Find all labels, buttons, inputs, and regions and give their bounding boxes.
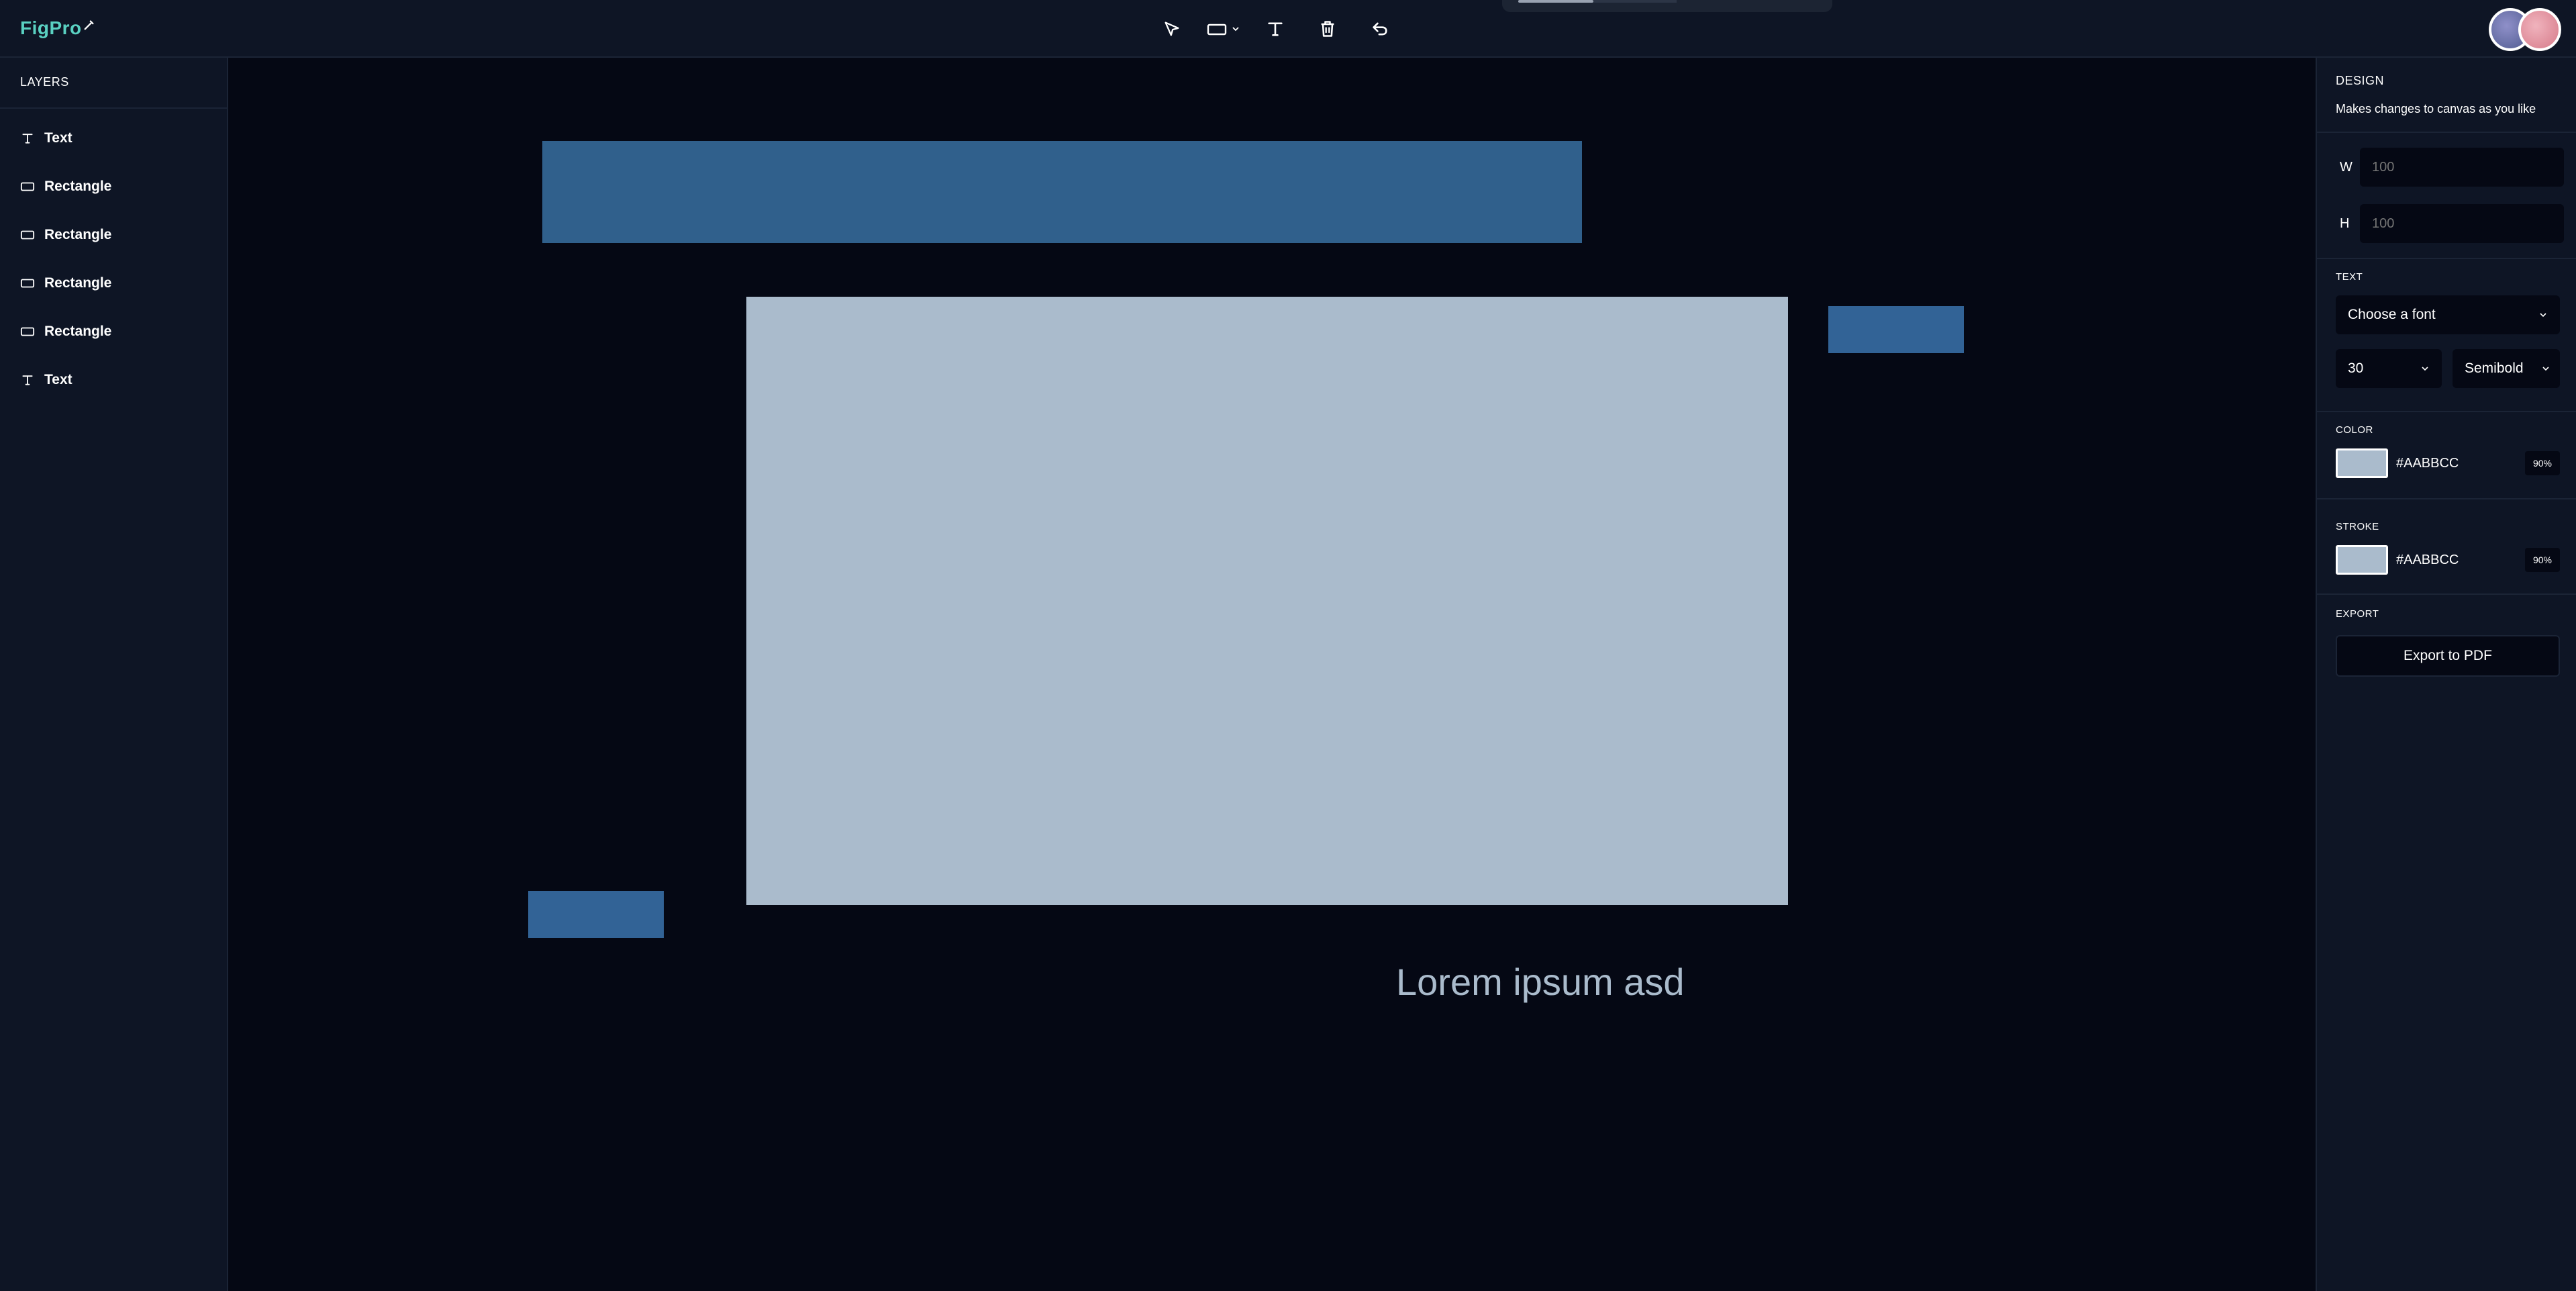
- rectangle-icon: [20, 179, 35, 194]
- live-progress-track: [1593, 0, 1677, 3]
- height-row: H: [2336, 204, 2564, 243]
- stroke-color-row: 90%: [2336, 545, 2560, 575]
- layer-item-text[interactable]: Text: [0, 356, 228, 404]
- text-icon: [1268, 22, 1283, 36]
- rectangle-icon: [20, 276, 35, 291]
- canvas-text-object[interactable]: Lorem ipsum asd: [1396, 960, 1685, 1004]
- layer-item-rectangle[interactable]: Rectangle: [0, 162, 228, 211]
- rectangle-tool-button[interactable]: [1197, 13, 1250, 44]
- rectangle-icon: [20, 324, 35, 339]
- top-bar: FigPro: [0, 0, 2576, 58]
- font-weight-select[interactable]: Semibold: [2453, 349, 2560, 388]
- fill-color-swatch[interactable]: [2336, 448, 2388, 478]
- layer-item-text[interactable]: Text: [0, 114, 228, 162]
- width-label: W: [2340, 159, 2352, 175]
- canvas-rectangle[interactable]: [746, 297, 1788, 905]
- fill-opacity[interactable]: 90%: [2525, 451, 2560, 475]
- chevron-down-icon: [2542, 367, 2549, 371]
- stroke-section-label: STROKE: [2336, 521, 2379, 532]
- undo-tool-button[interactable]: [1361, 13, 1399, 44]
- active-users: [2489, 8, 2561, 51]
- export-section-label: EXPORT: [2336, 608, 2379, 620]
- layer-list: Text Rectangle Rectangle Rectangle Recta…: [0, 114, 228, 404]
- design-subtitle: Makes changes to canvas as you like: [2336, 102, 2536, 115]
- text-icon: [20, 373, 35, 387]
- font-family-value: Choose a font: [2348, 307, 2436, 322]
- font-family-select[interactable]: Choose a font: [2336, 295, 2560, 334]
- divider: [2317, 593, 2576, 595]
- chevron-down-icon: [1232, 27, 1239, 32]
- design-heading: DESIGN: [2336, 74, 2385, 87]
- canvas-rectangle[interactable]: [542, 141, 1582, 243]
- live-progress: [1518, 0, 1593, 3]
- toolbar: [1153, 13, 1399, 44]
- layer-label: Text: [44, 130, 72, 146]
- font-size-value: 30: [2348, 361, 2364, 376]
- font-size-select[interactable]: 30: [2336, 349, 2442, 388]
- stroke-hex-input[interactable]: [2388, 545, 2520, 575]
- height-label: H: [2340, 216, 2350, 231]
- delete-tool-button[interactable]: [1309, 13, 1346, 44]
- canvas-rectangle[interactable]: [528, 891, 664, 938]
- pen-logo-icon: [84, 20, 94, 30]
- height-input[interactable]: [2360, 204, 2564, 243]
- fill-color-row: 90%: [2336, 448, 2560, 478]
- stroke-color-swatch[interactable]: [2336, 545, 2388, 575]
- layer-label: Rectangle: [44, 227, 112, 242]
- width-row: W: [2336, 148, 2564, 187]
- chevron-down-icon: [2422, 367, 2428, 371]
- live-status-bar: [1502, 0, 1832, 12]
- canvas-rectangle[interactable]: [1828, 306, 1964, 353]
- layer-label: Rectangle: [44, 275, 112, 291]
- cursor-icon: [1165, 21, 1179, 36]
- divider: [2317, 258, 2576, 259]
- divider: [2317, 411, 2576, 412]
- layer-item-rectangle[interactable]: Rectangle: [0, 307, 228, 356]
- color-section-label: COLOR: [2336, 424, 2373, 436]
- layer-label: Rectangle: [44, 179, 112, 194]
- export-pdf-button[interactable]: Export to PDF: [2336, 635, 2560, 677]
- layer-item-rectangle[interactable]: Rectangle: [0, 259, 228, 307]
- fill-hex-input[interactable]: [2388, 448, 2520, 478]
- divider: [0, 107, 228, 109]
- logo-text: FigPro: [20, 17, 82, 38]
- text-section-label: TEXT: [2336, 271, 2363, 283]
- select-tool-button[interactable]: [1153, 13, 1191, 44]
- layers-heading: LAYERS: [20, 75, 69, 89]
- undo-icon: [1373, 22, 1387, 36]
- text-tool-button[interactable]: [1256, 13, 1294, 44]
- design-panel: DESIGN Makes changes to canvas as you li…: [2316, 58, 2576, 1291]
- font-weight-value: Semibold: [2465, 361, 2524, 376]
- rectangle-icon: [20, 228, 35, 242]
- avatar[interactable]: [2518, 8, 2561, 51]
- layer-item-rectangle[interactable]: Rectangle: [0, 211, 228, 259]
- app-logo[interactable]: FigPro: [20, 17, 95, 39]
- divider: [2317, 132, 2576, 133]
- chevron-down-icon: [2540, 313, 2546, 318]
- width-input[interactable]: [2360, 148, 2564, 187]
- text-icon: [20, 131, 35, 146]
- divider: [2317, 498, 2576, 499]
- rectangle-icon: [1207, 23, 1227, 36]
- stroke-opacity[interactable]: 90%: [2525, 548, 2560, 572]
- canvas[interactable]: Lorem ipsum asd: [228, 58, 2316, 1290]
- layers-panel: LAYERS Text Rectangle Rectangle Rectangl…: [0, 58, 228, 1291]
- trash-icon: [1321, 21, 1334, 37]
- layer-label: Rectangle: [44, 324, 112, 339]
- layer-label: Text: [44, 372, 72, 387]
